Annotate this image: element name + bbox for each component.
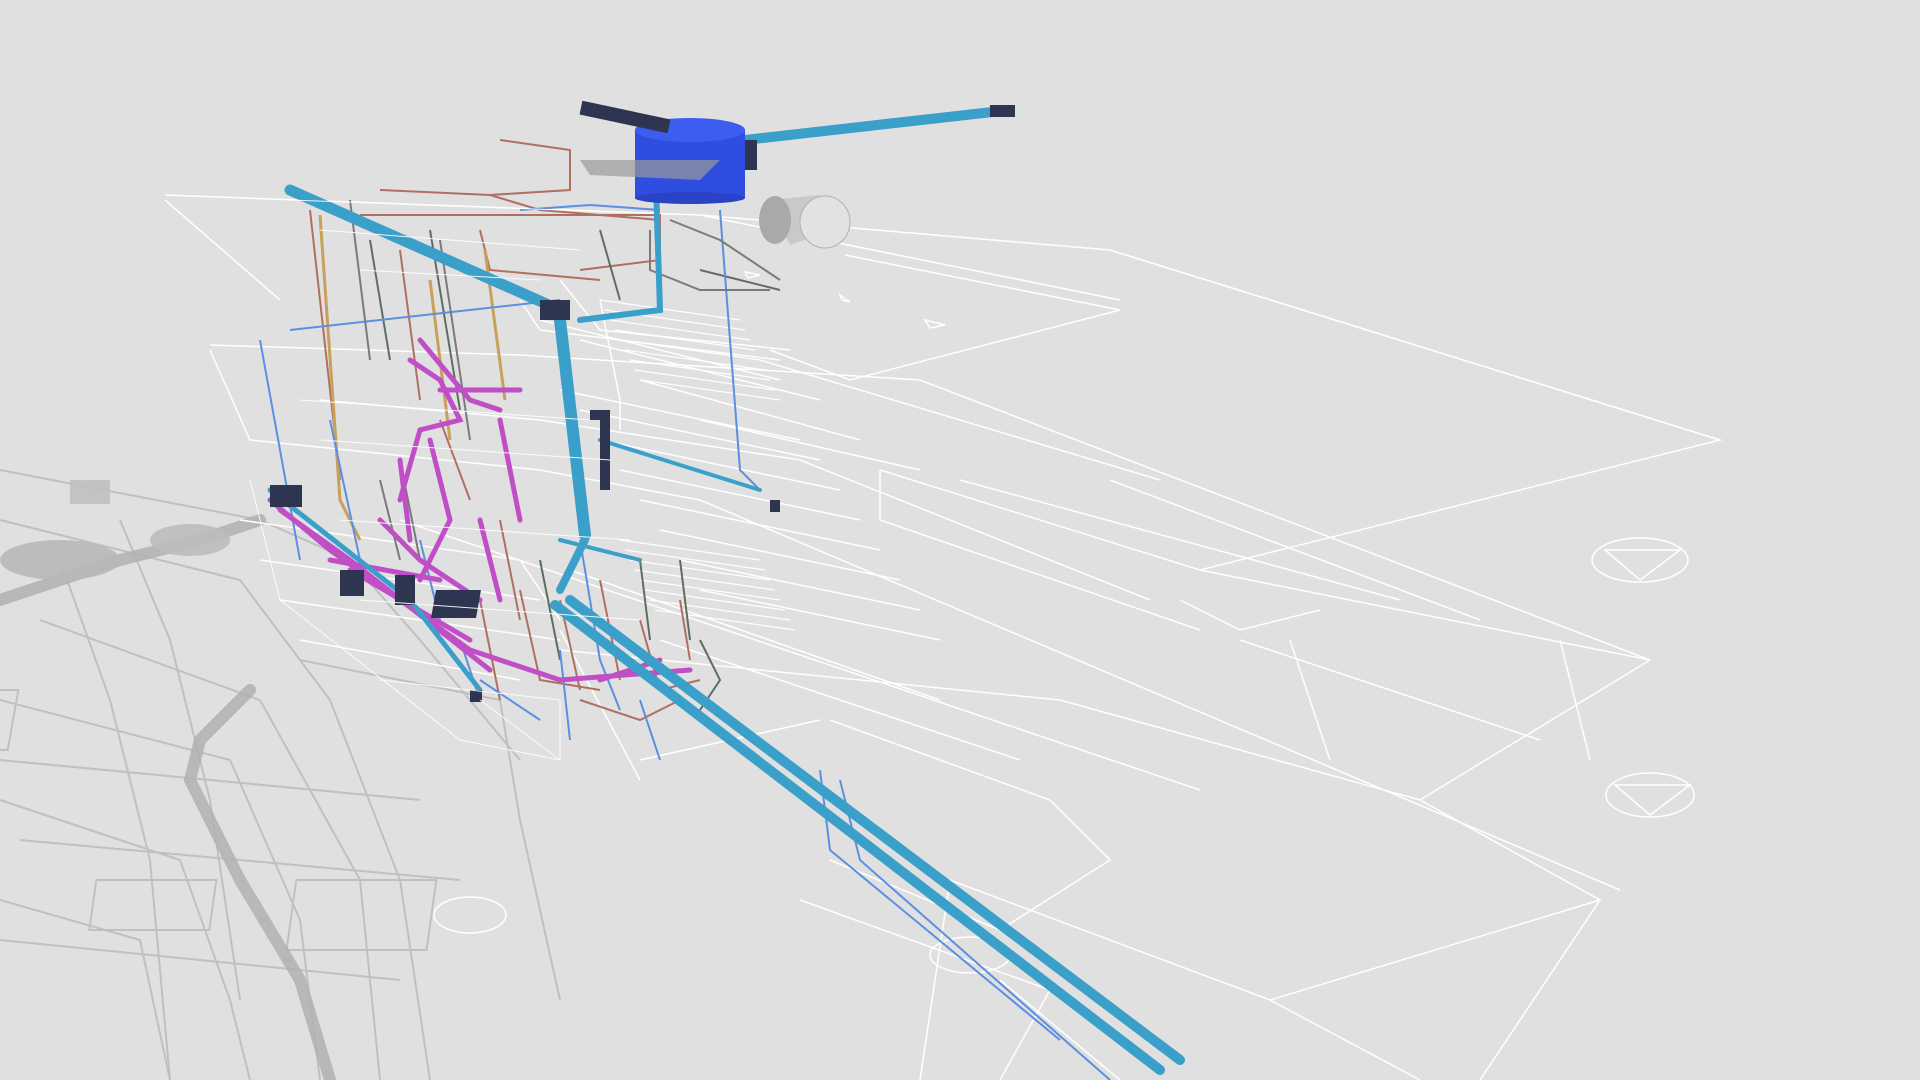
tank-platform: [580, 160, 720, 180]
cold-water-piping: [259, 203, 1111, 1080]
model-viewport[interactable]: [0, 0, 1920, 1080]
heater-shadow: [150, 524, 230, 556]
riser-shadow: [0, 514, 336, 1080]
floor-plan: [164, 194, 1723, 1080]
plumbing-3d-model[interactable]: [0, 0, 1920, 1080]
water-heater: [759, 195, 851, 249]
tank-shadow: [0, 540, 120, 580]
fitting-shadow: [70, 480, 110, 504]
plan-symbols: [433, 270, 1695, 974]
hot-water-piping: [318, 214, 507, 541]
